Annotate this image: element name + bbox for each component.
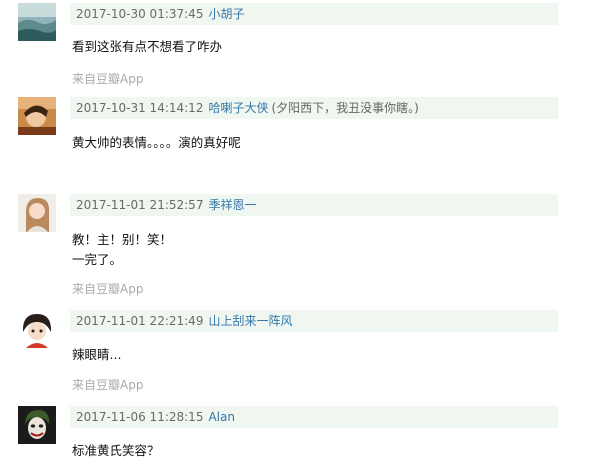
comment-line: 辣眼睛... — [72, 347, 122, 362]
landscape-avatar-icon[interactable] — [18, 3, 56, 41]
comment-line: 看到这张有点不想看了咋办 — [72, 39, 223, 54]
comment-source: 来自豆瓣App — [72, 72, 144, 86]
comment-text: 辣眼睛... — [72, 345, 121, 365]
comment-meta: 2017-11-01 22:21:49 山上刮来一阵风 — [70, 310, 558, 332]
comment-time: 2017-10-31 14:14:12 — [76, 101, 204, 115]
author-link[interactable]: 季祥恩一 — [208, 198, 256, 212]
comment-text: 黄大帅的表情。。。。演的真好呢 — [72, 133, 241, 153]
comment-meta: 2017-11-01 21:52:57 季祥恩一 — [70, 194, 558, 216]
comment-meta: 2017-10-31 14:14:12 哈喇子大侠 (夕阳西下，我丑没事你瞎。) — [70, 97, 558, 119]
author-signature: (夕阳西下，我丑没事你瞎。) — [271, 101, 419, 115]
author-link[interactable]: Alan — [208, 410, 235, 424]
author-link[interactable]: 山上刮来一阵风 — [208, 314, 292, 328]
person-avatar-icon[interactable] — [18, 97, 56, 135]
comment-line: 教！主！别！笑！ — [72, 232, 173, 247]
comment-line: 标准黄氏笑容？ — [72, 443, 160, 458]
comment-time: 2017-11-06 11:28:15 — [76, 410, 204, 424]
author-link[interactable]: 哈喇子大侠 — [208, 101, 268, 115]
comment-text: 看到这张有点不想看了咋办 — [72, 37, 222, 57]
comment-source: 来自豆瓣App — [72, 378, 144, 392]
girl-avatar-icon[interactable] — [18, 194, 56, 232]
comment-line: 一完了。 — [72, 252, 123, 267]
joker-avatar-icon[interactable] — [18, 406, 56, 444]
comment-source: 来自豆瓣App — [72, 282, 144, 296]
comment-time: 2017-11-01 21:52:57 — [76, 198, 204, 212]
author-link[interactable]: 小胡子 — [208, 7, 244, 21]
comment-meta: 2017-11-06 11:28:15 Alan — [70, 406, 558, 428]
comment-line: 黄大帅的表情。。。。演的真好呢 — [72, 135, 241, 150]
comment-text: 教！主！别！笑！ 一完了。 — [72, 230, 172, 270]
comment-text: 标准黄氏笑容？ — [72, 441, 160, 461]
comment-meta: 2017-10-30 01:37:45 小胡子 — [70, 3, 558, 25]
comment-time: 2017-11-01 22:21:49 — [76, 314, 204, 328]
comment-time: 2017-10-30 01:37:45 — [76, 7, 204, 21]
cartoon-avatar-icon[interactable] — [18, 310, 56, 348]
